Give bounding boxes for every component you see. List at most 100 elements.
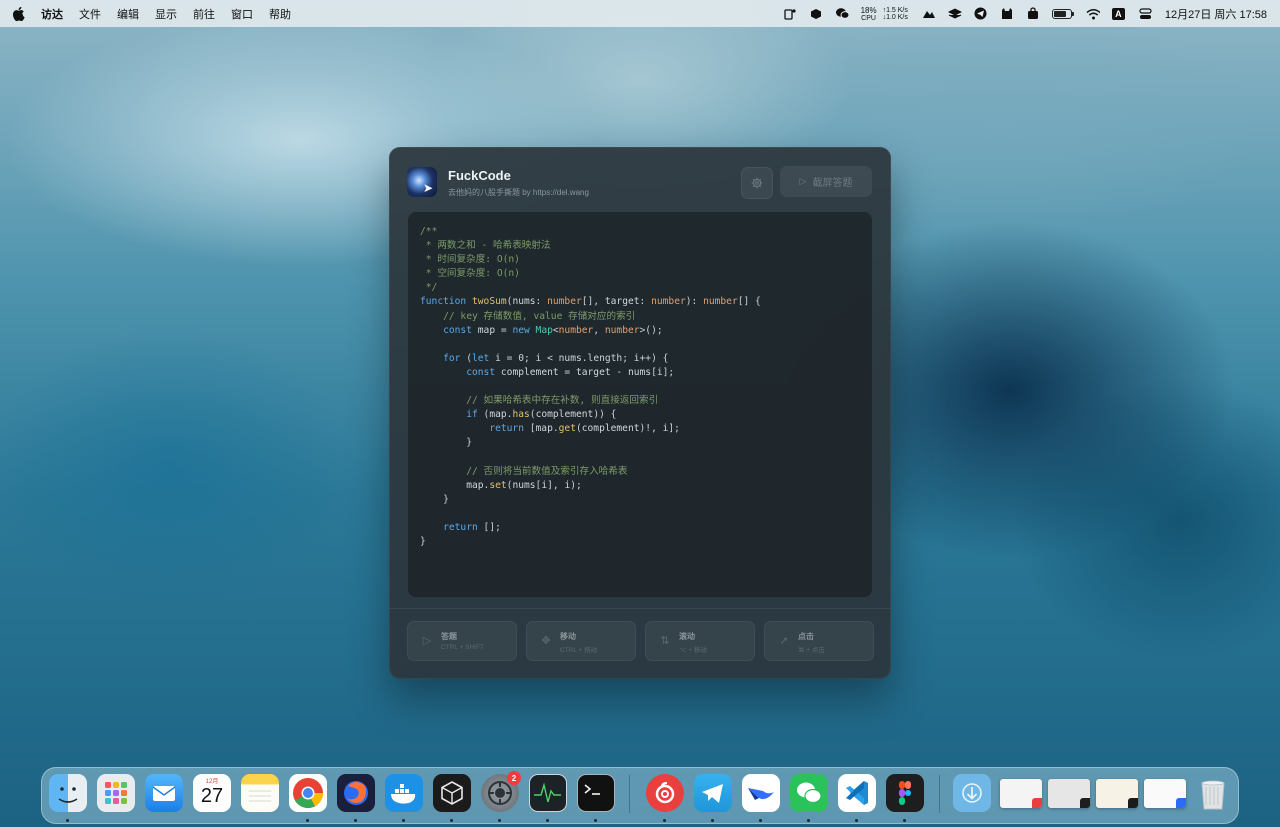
code-doc-line: * 两数之和 - 哈希表映射法 xyxy=(420,240,551,252)
footer-divider xyxy=(389,608,891,609)
downloads-icon[interactable] xyxy=(953,774,991,812)
action-shortcut: ⌥ + 移动 xyxy=(679,647,707,654)
running-indicator xyxy=(855,819,858,822)
capture-answer-button[interactable]: ▷ 截屏答题 xyxy=(780,166,872,197)
activity-monitor-icon[interactable] xyxy=(529,774,567,812)
minimized-window-thumbnail[interactable] xyxy=(1096,779,1138,808)
menu-go[interactable]: 前往 xyxy=(193,6,215,22)
action-shortcut: ⌘ + 点击 xyxy=(798,647,825,654)
running-indicator xyxy=(711,819,714,822)
trash-icon[interactable] xyxy=(1194,774,1232,812)
vscode-icon[interactable] xyxy=(838,774,876,812)
cpu-usage-widget[interactable]: 18% CPU xyxy=(861,6,877,22)
action-label: 滚动 xyxy=(679,632,695,641)
code-doc-line: * 空间复杂度: O(n) xyxy=(420,268,520,280)
menu-bar: 访达 文件 编辑 显示 前往 窗口 帮助 18% CPU ↑1.5 K/s ↓1… xyxy=(0,0,1280,27)
battery-icon[interactable] xyxy=(1051,8,1074,19)
running-indicator xyxy=(306,819,309,822)
cpu-percent: 18% xyxy=(860,5,877,15)
running-indicator xyxy=(594,819,597,822)
code-block: /** * 两数之和 - 哈希表映射法 * 时间复杂度: O(n) * 空间复杂… xyxy=(420,226,761,548)
running-indicator xyxy=(903,819,906,822)
net-upload: ↑1.5 K/s xyxy=(882,6,908,14)
code-doc-line: * 时间复杂度: O(n) xyxy=(420,254,520,266)
docker-icon[interactable] xyxy=(385,774,423,812)
cube-app-icon[interactable] xyxy=(433,774,471,812)
mirror-status-icon[interactable] xyxy=(947,7,962,21)
code-doc-close: */ xyxy=(420,282,438,294)
menu-view[interactable]: 显示 xyxy=(155,6,177,22)
wechat-status-icon[interactable] xyxy=(835,7,849,21)
fuckcode-window: ➤ FuckCode 去他妈的八股手撕题 by https://del.wang… xyxy=(389,147,891,679)
box-status-icon[interactable] xyxy=(809,7,823,21)
figma-icon[interactable] xyxy=(886,774,924,812)
running-indicator xyxy=(402,819,405,822)
menubar-clock[interactable]: 12月27日 周六 17:58 xyxy=(1165,6,1267,22)
menu-window[interactable]: 窗口 xyxy=(231,6,253,22)
mail-icon[interactable] xyxy=(145,774,183,812)
cpu-label: CPU xyxy=(861,14,876,22)
netease-music-icon[interactable] xyxy=(646,774,684,812)
minimized-window-thumbnail[interactable] xyxy=(1048,779,1090,808)
launchpad-icon[interactable] xyxy=(97,774,135,812)
code-comment: // key 存储数值, value 存储对应的索引 xyxy=(443,310,636,322)
running-indicator xyxy=(450,819,453,822)
running-indicator xyxy=(498,819,501,822)
settings-button[interactable] xyxy=(741,167,773,199)
menu-edit[interactable]: 编辑 xyxy=(117,6,139,22)
terminal-icon[interactable] xyxy=(577,774,615,812)
cube-app-icon xyxy=(1128,798,1138,808)
finder-icon[interactable] xyxy=(49,774,87,812)
notes-icon[interactable] xyxy=(241,774,279,812)
code-comment: // 否则将当前数值及索引存入哈希表 xyxy=(466,465,628,477)
menu-app-name[interactable]: 访达 xyxy=(41,6,63,22)
telegram-status-icon[interactable] xyxy=(974,7,988,21)
action-shortcut: CTRL + 拖动 xyxy=(560,647,598,654)
network-speed-widget[interactable]: ↑1.5 K/s ↓1.0 K/s xyxy=(883,7,908,21)
netease-music-icon xyxy=(1032,798,1042,808)
play-icon: ▷ xyxy=(799,176,807,186)
wifi-icon[interactable] xyxy=(1086,7,1100,21)
action-scroll-button[interactable]: ⇅ 滚动 ⌥ + 移动 xyxy=(645,621,755,661)
input-method-indicator[interactable]: A xyxy=(1111,7,1125,20)
capture-answer-label: 截屏答题 xyxy=(812,178,853,189)
bag-status-icon[interactable] xyxy=(1026,7,1040,21)
action-click-button[interactable]: ➚ 点击 ⌘ + 点击 xyxy=(764,621,874,661)
notification-badge: 2 xyxy=(507,771,521,785)
lark-icon[interactable] xyxy=(742,774,780,812)
running-indicator xyxy=(807,819,810,822)
control-center-icon[interactable] xyxy=(1139,7,1153,21)
code-comment: // 如果哈希表中存在补数, 则直接返回索引 xyxy=(466,395,659,407)
cat-status-icon[interactable] xyxy=(1000,7,1014,21)
firefox-icon xyxy=(1176,798,1186,808)
play-icon: ▷ xyxy=(422,635,432,647)
menu-file[interactable]: 文件 xyxy=(79,6,101,22)
menu-help[interactable]: 帮助 xyxy=(269,6,291,22)
figma-icon xyxy=(1080,798,1090,808)
net-download: ↓1.0 K/s xyxy=(882,13,908,21)
chrome-icon[interactable] xyxy=(289,774,327,812)
running-indicator xyxy=(354,819,357,822)
dock-separator xyxy=(939,775,940,813)
running-indicator xyxy=(546,819,549,822)
minimized-window-thumbnail[interactable] xyxy=(1000,779,1042,808)
code-doc-open: /** xyxy=(420,226,438,237)
running-indicator xyxy=(759,819,762,822)
typing-status-icon[interactable] xyxy=(783,7,797,21)
apple-menu-icon[interactable] xyxy=(13,6,27,21)
action-answer-button[interactable]: ▷ 答题 CTRL + SHIFT xyxy=(407,621,517,661)
wechat-icon[interactable] xyxy=(790,774,828,812)
calendar-icon[interactable]: 12月 27 xyxy=(193,774,231,812)
minimized-window-thumbnail[interactable] xyxy=(1144,779,1186,808)
cursor-icon: ➚ xyxy=(779,635,789,647)
action-move-button[interactable]: ✥ 移动 CTRL + 拖动 xyxy=(526,621,636,661)
gear-icon xyxy=(751,177,763,189)
code-panel[interactable]: /** * 两数之和 - 哈希表映射法 * 时间复杂度: O(n) * 空间复杂… xyxy=(408,212,872,597)
action-label: 移动 xyxy=(560,632,576,641)
action-label: 答题 xyxy=(441,632,457,641)
move-icon: ✥ xyxy=(541,635,551,647)
pointer-icon: ➤ xyxy=(422,181,433,195)
bartender-status-icon[interactable] xyxy=(922,7,936,21)
firefox-icon[interactable] xyxy=(337,774,375,812)
telegram-icon[interactable] xyxy=(694,774,732,812)
